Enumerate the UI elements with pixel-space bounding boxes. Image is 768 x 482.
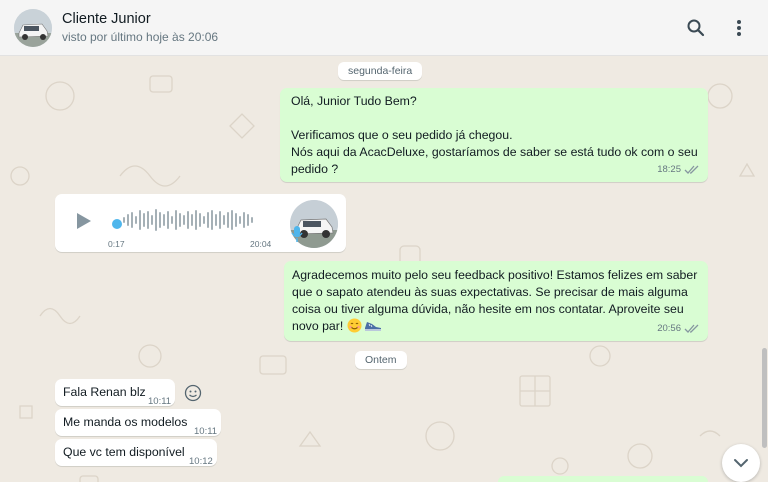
incoming-message[interactable]: Que vc tem disponível 10:12 (55, 439, 217, 467)
contact-avatar[interactable] (14, 9, 52, 47)
outgoing-message[interactable]: Olá, Junior Tudo Bem? Verificamos que o … (280, 88, 708, 182)
message-time: 10:12 (189, 456, 213, 467)
message-time: 10:11 (148, 396, 172, 407)
sneaker-emoji (364, 318, 382, 333)
message-meta: 20:56 (657, 320, 700, 337)
read-ticks-icon (684, 165, 699, 174)
search-icon[interactable] (684, 16, 708, 40)
smiling-face-emoji (347, 318, 362, 333)
conversation-panel[interactable]: segunda-feira Olá, Junior Tudo Bem? Veri… (0, 56, 768, 482)
scroll-down-button[interactable] (722, 444, 760, 482)
message-text: Olá, Junior Tudo Bem? Verificamos que o … (291, 94, 698, 176)
audio-progress-knob[interactable] (112, 219, 122, 229)
message-time: 18:25 (657, 164, 681, 175)
contact-name[interactable]: Cliente Junior (62, 11, 151, 27)
outgoing-message-partial (498, 476, 708, 482)
outgoing-message[interactable]: Agradecemos muito pelo seu feedback posi… (284, 261, 708, 341)
incoming-message[interactable]: Fala Renan blz 10:11 (55, 379, 175, 407)
message-meta: 18:25 (657, 161, 700, 178)
audio-position: 0:17 (108, 239, 125, 249)
message-body: Agradecemos muito pelo seu feedback posi… (292, 267, 702, 335)
contact-last-seen: visto por último hoje às 20:06 (62, 30, 219, 44)
incoming-audio-message[interactable]: 0:17 20:04 (55, 194, 346, 252)
message-time: 20:04 (250, 239, 272, 249)
message-time: 20:56 (657, 323, 681, 334)
microphone-icon (291, 226, 303, 242)
scrollbar[interactable] (762, 348, 767, 448)
message-time: 10:11 (194, 426, 218, 437)
menu-dots-icon[interactable] (727, 16, 751, 40)
emoji-icon[interactable] (184, 384, 202, 402)
chat-header: Cliente Junior visto por último hoje às … (0, 0, 768, 56)
day-separator: Ontem (355, 351, 407, 369)
incoming-message[interactable]: Me manda os modelos 10:11 (55, 409, 221, 437)
play-icon[interactable] (73, 211, 93, 231)
day-separator: segunda-feira (338, 62, 423, 80)
read-ticks-icon (684, 324, 699, 333)
message-text: Que vc tem disponível (63, 445, 185, 459)
message-text: Me manda os modelos (63, 415, 188, 429)
message-text: Fala Renan blz (63, 385, 146, 399)
chevron-down-icon (734, 459, 748, 468)
audio-waveform[interactable] (123, 208, 263, 232)
